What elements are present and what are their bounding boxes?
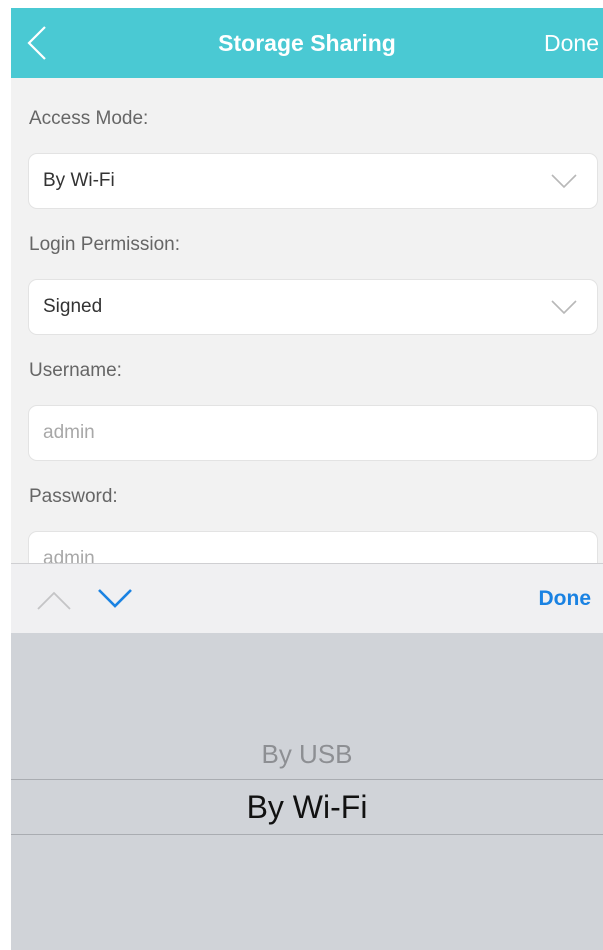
picker-option-selected[interactable]: By Wi-Fi	[11, 789, 603, 826]
password-label: Password:	[29, 486, 118, 507]
settings-form: Access Mode: By Wi-Fi Login Permission: …	[11, 78, 603, 563]
access-mode-select[interactable]: By Wi-Fi	[28, 153, 598, 209]
option-picker[interactable]: By USB By Wi-Fi	[11, 633, 603, 950]
chevron-up-icon[interactable]	[37, 590, 71, 610]
username-field[interactable]: admin	[28, 405, 598, 461]
chevron-down-icon[interactable]	[97, 587, 133, 609]
login-permission-label: Login Permission:	[29, 234, 181, 255]
page-title: Storage Sharing	[218, 30, 396, 56]
app-screen: Storage Sharing Done Access Mode: By Wi-…	[11, 8, 603, 950]
chevron-down-icon	[551, 300, 577, 315]
picker-option[interactable]: By USB	[11, 739, 603, 770]
done-button[interactable]: Done	[544, 8, 599, 78]
username-label: Username:	[29, 360, 122, 381]
chevron-down-icon	[551, 174, 577, 189]
login-permission-value: Signed	[43, 296, 103, 317]
picker-selection-bottom-line	[11, 834, 603, 835]
username-placeholder: admin	[43, 422, 95, 443]
keyboard-accessory-bar: Done	[11, 563, 603, 634]
picker-done-button[interactable]: Done	[539, 564, 592, 634]
picker-selection-top-line	[11, 779, 603, 780]
password-placeholder: admin	[43, 548, 95, 563]
password-field[interactable]: admin	[28, 531, 598, 563]
access-mode-value: By Wi-Fi	[43, 170, 115, 191]
login-permission-select[interactable]: Signed	[28, 279, 598, 335]
nav-bar: Storage Sharing Done	[11, 8, 603, 78]
access-mode-label: Access Mode:	[29, 108, 149, 129]
